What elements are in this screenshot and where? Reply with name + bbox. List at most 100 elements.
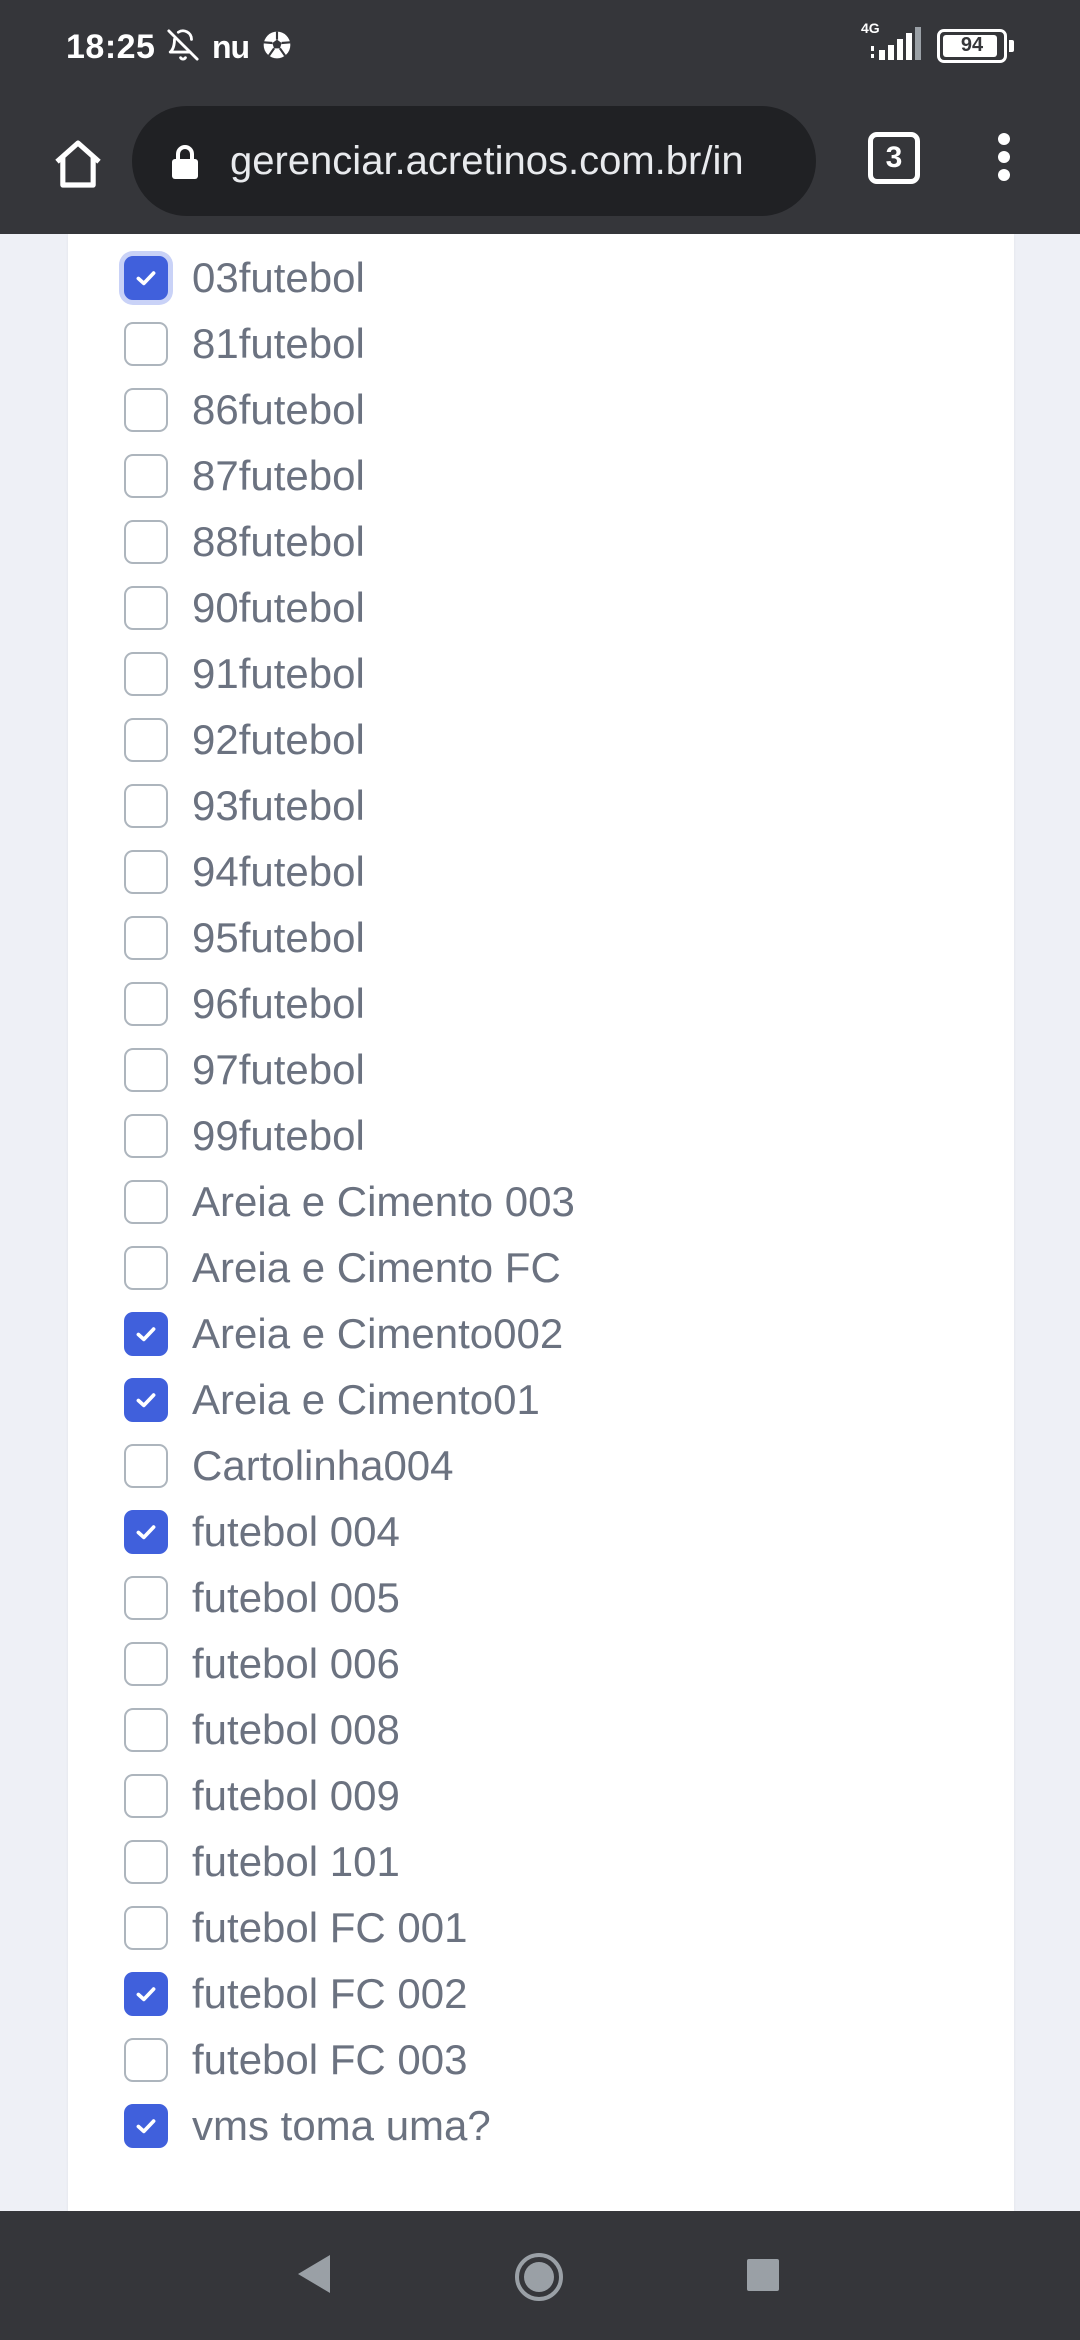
- checkbox-label[interactable]: 88futebol: [192, 518, 365, 566]
- check-icon: [136, 1327, 156, 1342]
- checkbox-option[interactable]: 94futebol: [124, 839, 994, 905]
- checkbox[interactable]: [124, 652, 168, 696]
- checkbox[interactable]: [124, 1708, 168, 1752]
- checkbox-label[interactable]: futebol 008: [192, 1706, 400, 1754]
- checkbox-label[interactable]: futebol 009: [192, 1772, 400, 1820]
- checkbox-option[interactable]: futebol 101: [124, 1829, 994, 1895]
- checkbox[interactable]: [124, 1444, 168, 1488]
- checkbox[interactable]: [124, 982, 168, 1026]
- checkbox-option[interactable]: futebol 008: [124, 1697, 994, 1763]
- checkbox-label[interactable]: futebol FC 001: [192, 1904, 468, 1952]
- recents-icon[interactable]: [746, 2258, 780, 2297]
- checkbox-option[interactable]: 87futebol: [124, 443, 994, 509]
- checkbox-label[interactable]: 87futebol: [192, 452, 365, 500]
- checkbox-option[interactable]: futebol 004: [124, 1499, 994, 1565]
- checkbox[interactable]: [124, 256, 168, 300]
- checkbox-option[interactable]: vms toma uma?: [124, 2093, 994, 2159]
- checkbox[interactable]: [124, 850, 168, 894]
- checkbox[interactable]: [124, 718, 168, 762]
- checkbox-option[interactable]: futebol 005: [124, 1565, 994, 1631]
- url-text[interactable]: gerenciar.acretinos.com.br/in: [230, 106, 798, 216]
- checkbox[interactable]: [124, 1048, 168, 1092]
- checkbox-option[interactable]: 92futebol: [124, 707, 994, 773]
- checkbox-option[interactable]: Areia e Cimento002: [124, 1301, 994, 1367]
- checkbox-option[interactable]: 91futebol: [124, 641, 994, 707]
- checkbox-label[interactable]: vms toma uma?: [192, 2102, 491, 2150]
- checkbox-option[interactable]: 86futebol: [124, 377, 994, 443]
- checkbox-label[interactable]: Areia e Cimento002: [192, 1310, 563, 1358]
- checkbox-label[interactable]: futebol 006: [192, 1640, 400, 1688]
- checkbox-label[interactable]: 93futebol: [192, 782, 365, 830]
- checkbox[interactable]: [124, 784, 168, 828]
- checkbox[interactable]: [124, 1312, 168, 1356]
- checkbox-option[interactable]: 93futebol: [124, 773, 994, 839]
- checkbox-label[interactable]: Areia e Cimento FC: [192, 1244, 561, 1292]
- checkbox-option[interactable]: Areia e Cimento01: [124, 1367, 994, 1433]
- checkbox-option[interactable]: Areia e Cimento 003: [124, 1169, 994, 1235]
- checkbox[interactable]: [124, 520, 168, 564]
- checkbox[interactable]: [124, 1576, 168, 1620]
- checkbox-label[interactable]: Cartolinha004: [192, 1442, 454, 1490]
- address-bar[interactable]: gerenciar.acretinos.com.br/in: [132, 106, 816, 216]
- checkbox-label[interactable]: 03futebol: [192, 254, 365, 302]
- checkbox[interactable]: [124, 2104, 168, 2148]
- checkbox[interactable]: [124, 454, 168, 498]
- checkbox-option[interactable]: 88futebol: [124, 509, 994, 575]
- checkbox-label[interactable]: futebol FC 003: [192, 2036, 468, 2084]
- checkbox[interactable]: [124, 1510, 168, 1554]
- more-vert-button[interactable]: [976, 124, 1032, 194]
- notification-icons: nu: [166, 28, 293, 67]
- checkbox-label[interactable]: futebol FC 002: [192, 1970, 468, 2018]
- back-icon[interactable]: [296, 2253, 332, 2300]
- checkbox-option[interactable]: Cartolinha004: [124, 1433, 994, 1499]
- page-content[interactable]: 03futebol 81futebol 86futebol 87futebol 88fu…: [0, 234, 1080, 2211]
- checkbox[interactable]: [124, 2038, 168, 2082]
- checkbox-option[interactable]: futebol FC 001: [124, 1895, 994, 1961]
- checkbox[interactable]: [124, 1114, 168, 1158]
- checkbox[interactable]: [124, 322, 168, 366]
- checkbox[interactable]: [124, 1246, 168, 1290]
- checkbox-label[interactable]: 90futebol: [192, 584, 365, 632]
- checkbox-option[interactable]: 99futebol: [124, 1103, 994, 1169]
- checkbox-option[interactable]: 03futebol: [124, 245, 994, 311]
- checkbox-label[interactable]: 95futebol: [192, 914, 365, 962]
- checkbox-label[interactable]: futebol 004: [192, 1508, 400, 1556]
- checkbox[interactable]: [124, 1180, 168, 1224]
- checkbox[interactable]: [124, 586, 168, 630]
- tab-switcher-button[interactable]: 3: [868, 132, 920, 184]
- checkbox-label[interactable]: 97futebol: [192, 1046, 365, 1094]
- checkbox-label[interactable]: 91futebol: [192, 650, 365, 698]
- checkbox[interactable]: [124, 916, 168, 960]
- checkbox[interactable]: [124, 1840, 168, 1884]
- checkbox-label[interactable]: 99futebol: [192, 1112, 365, 1160]
- checkbox[interactable]: [124, 1774, 168, 1818]
- checkbox-label[interactable]: futebol 101: [192, 1838, 400, 1886]
- lock-icon[interactable]: [170, 144, 200, 185]
- checkbox-label[interactable]: futebol 005: [192, 1574, 400, 1622]
- checkbox-label[interactable]: Areia e Cimento 003: [192, 1178, 575, 1226]
- checkbox-option[interactable]: 90futebol: [124, 575, 994, 641]
- checkbox-option[interactable]: 81futebol: [124, 311, 994, 377]
- checkbox[interactable]: [124, 1378, 168, 1422]
- checkbox[interactable]: [124, 388, 168, 432]
- checkbox-label[interactable]: 81futebol: [192, 320, 365, 368]
- checkbox-label[interactable]: Areia e Cimento01: [192, 1376, 540, 1424]
- checkbox-option[interactable]: futebol FC 002: [124, 1961, 994, 2027]
- checkbox-option[interactable]: Areia e Cimento FC: [124, 1235, 994, 1301]
- checkbox[interactable]: [124, 1906, 168, 1950]
- checkbox-option[interactable]: 95futebol: [124, 905, 994, 971]
- checkbox-label[interactable]: 94futebol: [192, 848, 365, 896]
- checkbox-option[interactable]: 97futebol: [124, 1037, 994, 1103]
- checkbox-option[interactable]: 96futebol: [124, 971, 994, 1037]
- home-circle-icon[interactable]: [513, 2251, 565, 2308]
- checkbox-label[interactable]: 86futebol: [192, 386, 365, 434]
- battery-tip: [1009, 39, 1014, 52]
- home-button[interactable]: [38, 126, 118, 206]
- checkbox-label[interactable]: 92futebol: [192, 716, 365, 764]
- checkbox[interactable]: [124, 1642, 168, 1686]
- checkbox[interactable]: [124, 1972, 168, 2016]
- checkbox-option[interactable]: futebol 009: [124, 1763, 994, 1829]
- checkbox-option[interactable]: futebol 006: [124, 1631, 994, 1697]
- checkbox-option[interactable]: futebol FC 003: [124, 2027, 994, 2093]
- checkbox-label[interactable]: 96futebol: [192, 980, 365, 1028]
